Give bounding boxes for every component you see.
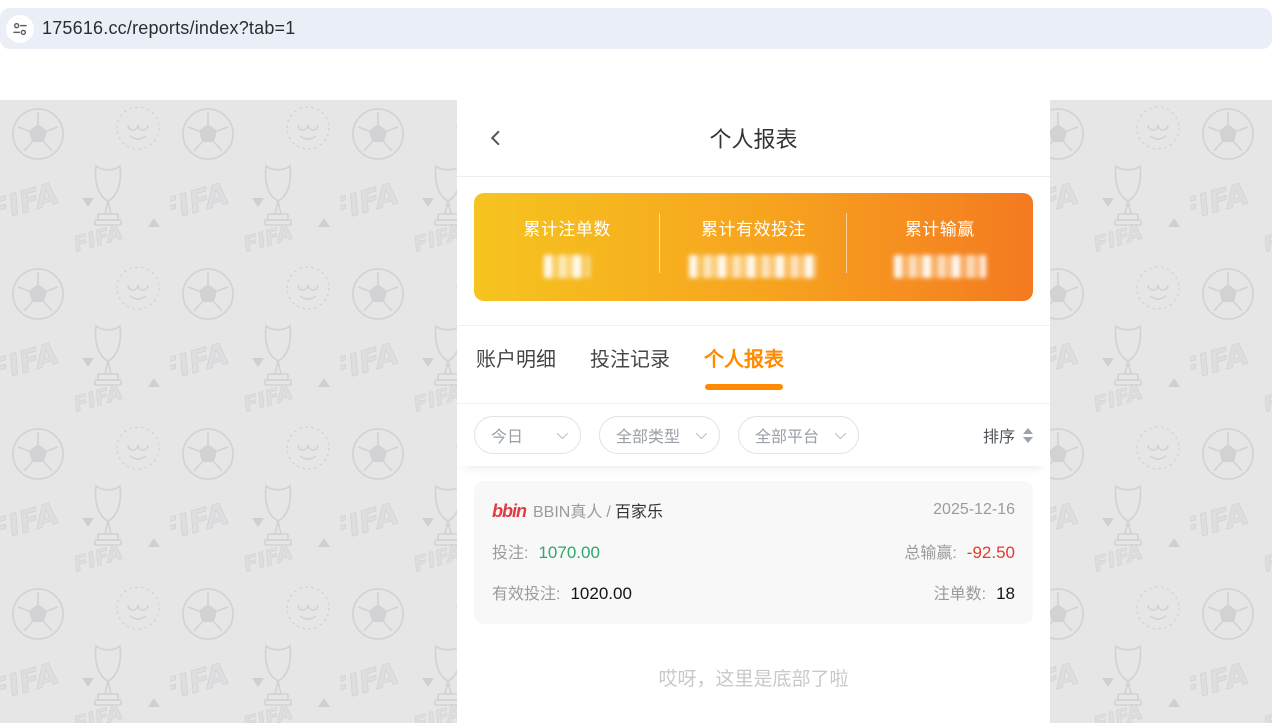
summary-section: 累计注单数 累计有效投注 累计输赢 [457,177,1050,325]
sort-arrows-icon [1023,427,1033,443]
sort-down-icon [1023,436,1033,443]
chevron-left-icon [490,130,500,146]
summary-cell-orders: 累计注单数 [474,193,661,301]
sort-label: 排序 [982,429,1015,446]
chevron-down-icon [834,427,847,440]
summary-cell-winloss: 累计输赢 [847,193,1033,301]
summary-cell-valid-bets: 累计有效投注 [660,193,847,301]
valid-bet-value: 1020.00 [570,584,632,603]
net-winloss-label: 总输赢: [904,545,957,562]
net-winloss-value: -92.50 [966,543,1015,562]
report-date: 2025-12-16 [933,501,1015,518]
site-settings-button[interactable] [6,14,34,43]
dropdown-label: 全部平台 [755,429,820,446]
bet-label: 投注: [492,545,529,562]
app-header: 个人报表 [457,100,1050,177]
tune-sliders-icon [13,22,27,35]
sort-up-icon [1023,427,1033,434]
dropdown-label: 今日 [491,429,524,446]
masked-value [689,255,818,278]
chevron-down-icon [695,427,708,440]
tab-label: 个人报表 [704,349,784,371]
masked-value [544,255,591,278]
summary-label: 累计有效投注 [700,220,806,239]
active-tab-underline [705,384,783,390]
order-count-value: 18 [996,584,1015,603]
bet-value: 1070.00 [538,543,600,562]
game-name: 百家乐 [614,504,663,521]
tab-account-details[interactable]: 账户明细 [474,329,558,390]
app-content-column: 个人报表 累计注单数 累计有效投注 累计输赢 账户明细 投注记录 个人报表 今日… [457,100,1050,723]
provider-name: BBIN真人 [533,504,603,521]
report-card[interactable]: bbin BBIN真人 / 百家乐 2025-12-16 投注: 1070.00… [474,481,1033,624]
tab-bet-records[interactable]: 投注记录 [588,329,672,390]
back-button[interactable] [483,125,509,151]
tab-label: 投注记录 [590,349,670,371]
report-card-row: 投注: 1070.00 总输赢: -92.50 [492,539,1015,563]
report-card-row: 有效投注: 1020.00 注单数: 18 [492,580,1015,604]
page-title: 个人报表 [709,127,798,152]
summary-label: 累计输赢 [904,220,975,239]
type-filter-dropdown[interactable]: 全部类型 [599,416,720,454]
tab-label: 账户明细 [476,349,556,371]
report-list: bbin BBIN真人 / 百家乐 2025-12-16 投注: 1070.00… [457,466,1050,691]
date-filter-dropdown[interactable]: 今日 [474,416,581,454]
order-count-label: 注单数: [933,586,987,603]
tab-personal-report[interactable]: 个人报表 [702,329,786,390]
filter-bar: 今日 全部类型 全部平台 排序 [457,404,1050,466]
sort-control[interactable]: 排序 [983,423,1033,447]
bbin-logo: bbin [492,501,527,521]
summary-label: 累计注单数 [523,220,611,239]
end-of-list-text: 哎呀，这里是底部了啦 [658,669,849,690]
url-text[interactable]: 175616.cc/reports/index?tab=1 [42,18,295,39]
masked-value [893,255,986,278]
summary-card: 累计注单数 累计有效投注 累计输赢 [474,193,1033,301]
separator: / [606,504,611,521]
chevron-down-icon [556,427,569,440]
dropdown-label: 全部类型 [616,429,681,446]
browser-address-bar[interactable]: 175616.cc/reports/index?tab=1 [0,8,1272,49]
tabs-bar: 账户明细 投注记录 个人报表 [457,326,1050,404]
report-card-header-row: bbin BBIN真人 / 百家乐 2025-12-16 [492,498,1015,522]
platform-filter-dropdown[interactable]: 全部平台 [738,416,859,454]
valid-bet-label: 有效投注: [492,586,561,603]
